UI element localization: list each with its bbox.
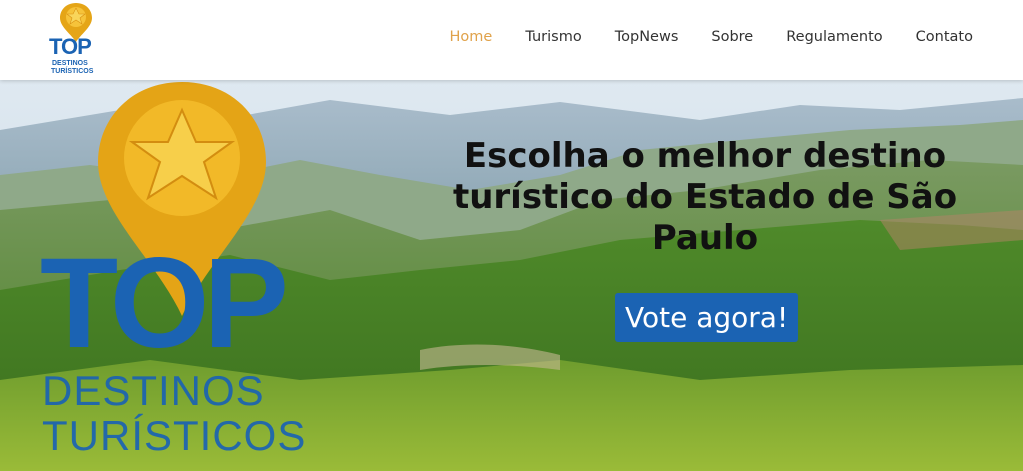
nav-topnews[interactable]: TopNews xyxy=(615,29,679,45)
nav-contato[interactable]: Contato xyxy=(916,29,973,45)
hero-logo-line-1: DESTINOS xyxy=(42,367,265,414)
headline-line-2: turístico do Estado de São xyxy=(452,177,958,217)
header-logo[interactable]: TOP DESTINOS TURÍSTICOS xyxy=(46,2,106,78)
hero-headline: Escolha o melhor destino turístico do Es… xyxy=(445,136,965,259)
headline-line-1: Escolha o melhor destino xyxy=(463,136,947,176)
logo-line-1: DESTINOS xyxy=(52,60,88,67)
headline-line-3: Paulo xyxy=(651,218,759,258)
logo-line-2: TURÍSTICOS xyxy=(51,68,94,75)
hero-logo: TOP DESTINOS TURÍSTICOS xyxy=(30,80,305,471)
logo-top-word: TOP xyxy=(49,34,92,59)
main-nav: Home Turismo TopNews Sobre Regulamento C… xyxy=(417,29,974,45)
hero-banner: TOP DESTINOS TURÍSTICOS Escolha o melhor… xyxy=(0,80,1023,471)
hero-logo-line-2: TURÍSTICOS xyxy=(42,412,307,459)
hero-logo-top-word: TOP xyxy=(40,232,289,375)
site-header: TOP DESTINOS TURÍSTICOS Home Turismo Top… xyxy=(0,0,1023,80)
nav-sobre[interactable]: Sobre xyxy=(711,29,753,45)
nav-turismo[interactable]: Turismo xyxy=(525,29,581,45)
nav-regulamento[interactable]: Regulamento xyxy=(786,29,882,45)
nav-home[interactable]: Home xyxy=(450,29,493,45)
vote-now-button[interactable]: Vote agora! xyxy=(615,293,799,342)
